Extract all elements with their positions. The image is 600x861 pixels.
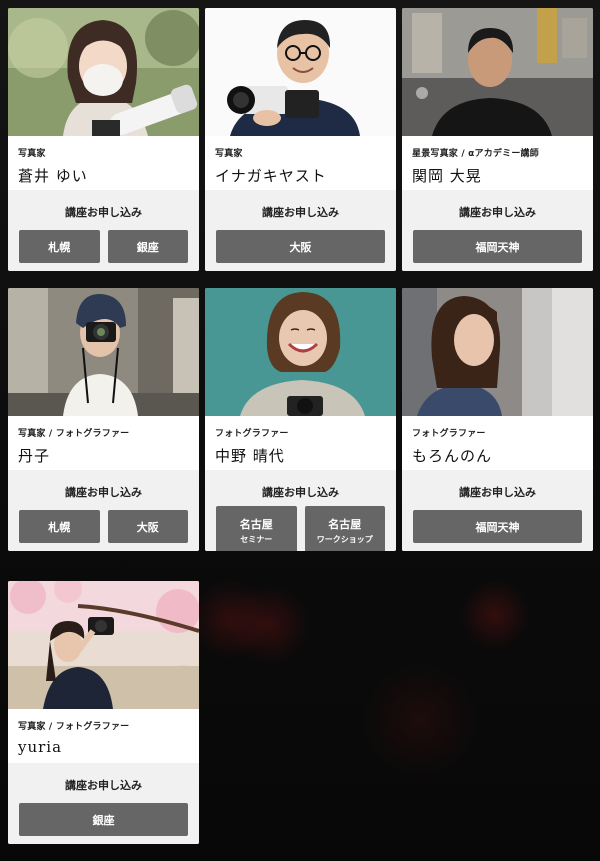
- instructor-photo: [8, 288, 199, 416]
- apply-title: 講座お申し込み: [262, 486, 339, 499]
- venue-button-label: 銀座: [136, 240, 159, 254]
- instructor-role: 写真家: [215, 149, 243, 159]
- apply-section: 講座お申し込み 福岡天神: [402, 470, 593, 551]
- instructor-name: イナガキヤスト: [215, 167, 327, 185]
- venue-button-sublabel: ワークショップ: [316, 534, 373, 544]
- venue-button-nagoya-workshop[interactable]: 名古屋 ワークショップ: [304, 506, 385, 551]
- venue-button-label: 大阪: [289, 240, 312, 254]
- venue-button-label: 札幌: [48, 520, 71, 534]
- venue-button-ginza[interactable]: 銀座: [19, 803, 188, 836]
- instructor-role: フォトグラファー: [215, 429, 289, 439]
- instructor-card-4: 写真家 / フォトグラファー 丹子 講座お申し込み 札幌 大阪: [8, 288, 199, 551]
- instructor-photo: [205, 288, 396, 416]
- instructor-role: 写真家 / フォトグラファー: [18, 429, 130, 439]
- venue-button-fukuoka-tenjin[interactable]: 福岡天神: [413, 510, 582, 543]
- instructor-role: 写真家: [18, 149, 46, 159]
- apply-section: 講座お申し込み 札幌 大阪: [8, 470, 199, 551]
- venue-button-label: 大阪: [136, 520, 159, 534]
- instructor-card-1: 写真家 蒼井 ゆい 講座お申し込み 札幌 銀座: [8, 8, 199, 271]
- venue-button-sublabel: セミナー: [240, 534, 273, 544]
- apply-title: 講座お申し込み: [65, 206, 142, 219]
- apply-section: 講座お申し込み 福岡天神: [402, 190, 593, 271]
- instructor-role: 写真家 / フォトグラファー: [18, 722, 130, 732]
- instructor-name: もろんのん: [412, 447, 493, 465]
- instructor-card-7: 写真家 / フォトグラファー yuria 講座お申し込み 銀座: [8, 581, 199, 844]
- venue-button-fukuoka-tenjin[interactable]: 福岡天神: [413, 230, 582, 263]
- instructor-photo: [402, 8, 593, 136]
- instructor-role: 星景写真家 / αアカデミー講師: [412, 149, 539, 159]
- apply-title: 講座お申し込み: [459, 486, 536, 499]
- instructor-photo: [8, 8, 199, 136]
- venue-button-ginza[interactable]: 銀座: [107, 230, 188, 263]
- instructor-card-2: 写真家 イナガキヤスト 講座お申し込み 大阪: [205, 8, 396, 271]
- venue-button-label: 銀座: [92, 813, 115, 827]
- apply-section: 講座お申し込み 大阪: [205, 190, 396, 271]
- apply-title: 講座お申し込み: [65, 486, 142, 499]
- instructor-name: yuria: [18, 738, 63, 756]
- apply-title: 講座お申し込み: [459, 206, 536, 219]
- venue-button-label: 札幌: [48, 240, 71, 254]
- instructor-name: 関岡 大晃: [412, 167, 482, 185]
- apply-section: 講座お申し込み 名古屋 セミナー 名古屋 ワークショップ: [205, 470, 396, 551]
- venue-button-osaka[interactable]: 大阪: [216, 230, 385, 263]
- venue-button-sapporo[interactable]: 札幌: [19, 230, 100, 263]
- instructor-name: 中野 晴代: [215, 447, 285, 465]
- apply-section: 講座お申し込み 札幌 銀座: [8, 190, 199, 271]
- apply-section: 講座お申し込み 銀座: [8, 763, 199, 844]
- venue-button-label: 名古屋: [239, 517, 273, 531]
- instructor-photo: [205, 8, 396, 136]
- instructor-name: 蒼井 ゆい: [18, 167, 88, 185]
- instructor-photo: [402, 288, 593, 416]
- venue-button-label: 福岡天神: [475, 240, 520, 254]
- venue-button-label: 福岡天神: [475, 520, 520, 534]
- instructor-card-5: フォトグラファー 中野 晴代 講座お申し込み 名古屋 セミナー 名古屋 ワークシ…: [205, 288, 396, 551]
- instructor-card-3: 星景写真家 / αアカデミー講師 関岡 大晃 講座お申し込み 福岡天神: [402, 8, 593, 271]
- apply-title: 講座お申し込み: [262, 206, 339, 219]
- instructor-name: 丹子: [18, 447, 51, 465]
- instructor-role: フォトグラファー: [412, 429, 486, 439]
- venue-button-sapporo[interactable]: 札幌: [19, 510, 100, 543]
- venue-button-osaka[interactable]: 大阪: [107, 510, 188, 543]
- instructor-photo: [8, 581, 199, 709]
- instructor-card-6: フォトグラファー もろんのん 講座お申し込み 福岡天神: [402, 288, 593, 551]
- venue-button-nagoya-seminar[interactable]: 名古屋 セミナー: [216, 506, 297, 551]
- apply-title: 講座お申し込み: [65, 779, 142, 792]
- venue-button-label: 名古屋: [328, 517, 362, 531]
